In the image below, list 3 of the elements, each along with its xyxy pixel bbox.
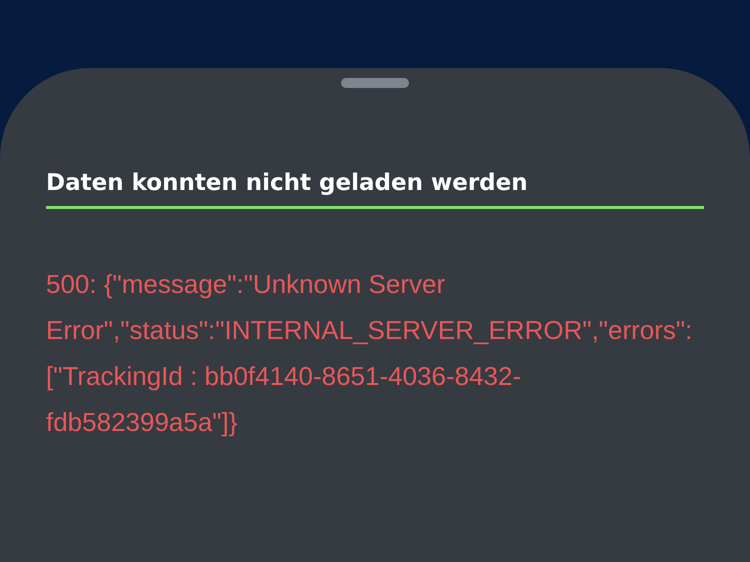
error-message: 500: {"message":"Unknown Server Error","status":"INTERNAL_SERVER_ERROR","errors":["TrackingId : bb0f4140-8651-4036-8432-fdb582399a5a"]}	[46, 268, 694, 439]
drag-handle[interactable]	[341, 78, 409, 88]
sheet-title: Daten konnten nicht geladen werden	[46, 170, 704, 209]
